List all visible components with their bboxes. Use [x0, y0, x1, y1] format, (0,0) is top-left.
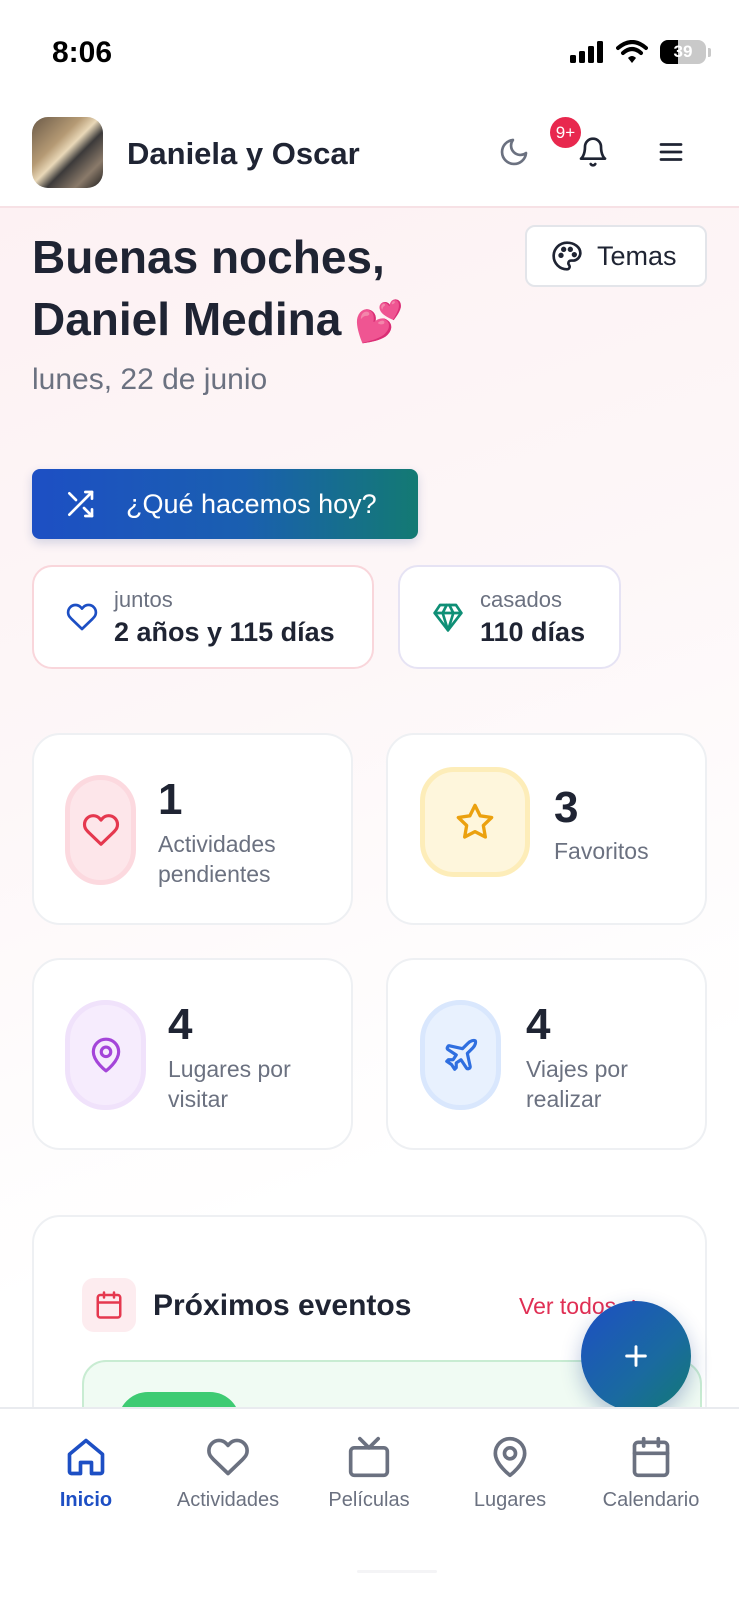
greeting-line-2: Daniel Medina 💕: [32, 288, 404, 353]
stat-label: Viajes por realizar: [526, 1054, 628, 1114]
heart-icon: [66, 603, 98, 631]
together-value: 2 años y 115 días: [114, 616, 335, 647]
hearts-emoji: 💕: [354, 300, 404, 344]
cta-label: ¿Qué hacemos hoy?: [126, 488, 377, 519]
home-indicator: [357, 1570, 437, 1573]
stat-label-line-1: Lugares por: [168, 1056, 291, 1082]
events-icon-box: [82, 1278, 136, 1332]
tv-icon: [348, 1436, 390, 1478]
pending-activities-card[interactable]: 1 Actividades pendientes: [32, 733, 353, 925]
stat-label-line-2: visitar: [168, 1086, 229, 1112]
current-date: lunes, 22 de junio: [32, 363, 268, 396]
notification-badge: 9+: [550, 117, 581, 148]
plane-icon: [444, 1038, 477, 1071]
nav-label: Lugares: [473, 1489, 547, 1511]
nav-item-actividades[interactable]: Actividades: [158, 1435, 298, 1512]
stat-number: 3: [554, 783, 579, 832]
stat-number: 1: [158, 775, 183, 824]
moon-icon: [500, 138, 528, 166]
favorites-card[interactable]: 3 Favoritos: [386, 733, 707, 925]
wifi-icon: [616, 40, 648, 63]
married-counter: casados 110 días: [398, 565, 621, 669]
add-button[interactable]: [581, 1301, 691, 1411]
stat-label-line-1: Viajes por: [526, 1056, 628, 1082]
heart-icon: [207, 1438, 249, 1476]
married-value: 110 días: [480, 616, 586, 647]
places-to-visit-card[interactable]: 4 Lugares por visitar: [32, 958, 353, 1150]
nav-label: Inicio: [59, 1489, 113, 1511]
calendar-icon: [96, 1291, 122, 1319]
dark-mode-button[interactable]: [489, 127, 539, 177]
bell-icon: [579, 137, 607, 167]
stat-label: Favoritos: [554, 836, 649, 866]
user-name: Daniel Medina: [32, 293, 342, 345]
plus-icon: [625, 1345, 647, 1367]
battery-tip: [708, 47, 711, 57]
diamond-icon: [433, 603, 463, 632]
signal-icon: [570, 41, 603, 63]
together-label: juntos: [114, 586, 173, 612]
greeting-line-1: Buenas noches,: [32, 231, 385, 283]
nav-item-calendario[interactable]: Calendario: [581, 1435, 721, 1512]
what-to-do-today-button[interactable]: ¿Qué hacemos hoy?: [32, 469, 418, 539]
themes-label: Temas: [597, 240, 677, 271]
menu-icon: [659, 143, 683, 161]
battery-level: 39: [673, 42, 693, 61]
nav-item-peliculas[interactable]: Películas: [299, 1435, 439, 1512]
stat-label: Actividades pendientes: [158, 829, 276, 889]
stat-number: 4: [526, 1000, 551, 1049]
stat-label-line-2: realizar: [526, 1086, 602, 1112]
map-pin-icon: [493, 1436, 527, 1478]
home-icon: [67, 1438, 105, 1476]
nav-item-lugares[interactable]: Lugares: [440, 1435, 580, 1512]
stat-icon-plane: [420, 1000, 501, 1110]
calendar-icon: [632, 1436, 670, 1478]
status-icons: 39: [570, 40, 711, 64]
stat-icon-heart: [65, 775, 136, 885]
themes-button[interactable]: Temas: [525, 225, 707, 287]
stat-label-line-1: Actividades: [158, 831, 276, 857]
events-title: Próximos eventos: [153, 1289, 412, 1322]
stat-label-line-1: Favoritos: [554, 838, 649, 864]
married-label: casados: [480, 586, 562, 612]
menu-button[interactable]: [646, 127, 696, 177]
heart-icon: [82, 814, 119, 846]
stat-icon-star: [420, 767, 530, 877]
stat-label: Lugares por visitar: [168, 1054, 291, 1114]
greeting: Buenas noches, Daniel Medina 💕: [32, 226, 404, 353]
map-pin-icon: [91, 1037, 120, 1073]
stat-label-line-2: pendientes: [158, 861, 271, 887]
status-bar: 8:06 39: [0, 0, 739, 105]
status-time: 8:06: [52, 36, 113, 69]
stat-icon-map-pin: [65, 1000, 146, 1110]
battery-indicator: 39: [660, 40, 706, 64]
nav-label: Películas: [328, 1489, 410, 1511]
nav-item-inicio[interactable]: Inicio: [16, 1435, 156, 1512]
trips-to-take-card[interactable]: 4 Viajes por realizar: [386, 958, 707, 1150]
together-counter: juntos 2 años y 115 días: [32, 565, 374, 669]
avatar[interactable]: [32, 117, 103, 188]
couple-name: Daniela y Oscar: [127, 136, 360, 171]
app-header: Daniela y Oscar 9+: [0, 105, 739, 208]
stat-number: 4: [168, 1000, 193, 1049]
nav-label: Calendario: [602, 1489, 700, 1511]
nav-label: Actividades: [176, 1489, 280, 1511]
star-icon: [456, 803, 494, 839]
shuffle-icon: [68, 490, 94, 518]
palette-icon: [552, 241, 582, 271]
